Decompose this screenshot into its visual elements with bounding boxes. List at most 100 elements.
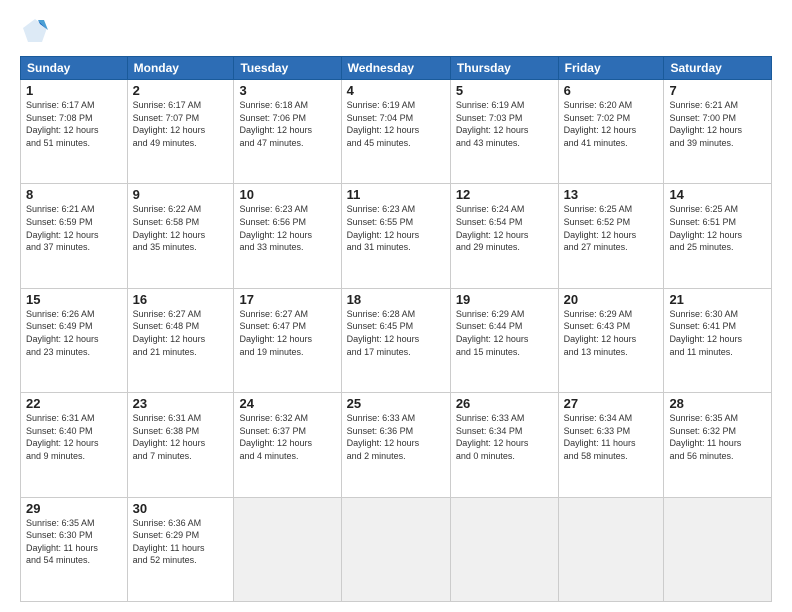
day-info: Sunrise: 6:23 AM Sunset: 6:55 PM Dayligh… xyxy=(347,203,445,253)
day-number: 24 xyxy=(239,396,335,411)
day-cell: 26Sunrise: 6:33 AM Sunset: 6:34 PM Dayli… xyxy=(450,393,558,497)
day-number: 8 xyxy=(26,187,122,202)
day-info: Sunrise: 6:31 AM Sunset: 6:40 PM Dayligh… xyxy=(26,412,122,462)
day-number: 15 xyxy=(26,292,122,307)
day-cell: 9Sunrise: 6:22 AM Sunset: 6:58 PM Daylig… xyxy=(127,184,234,288)
day-info: Sunrise: 6:20 AM Sunset: 7:02 PM Dayligh… xyxy=(564,99,659,149)
day-cell xyxy=(664,497,772,601)
day-number: 6 xyxy=(564,83,659,98)
day-cell: 24Sunrise: 6:32 AM Sunset: 6:37 PM Dayli… xyxy=(234,393,341,497)
day-number: 23 xyxy=(133,396,229,411)
header-wednesday: Wednesday xyxy=(341,57,450,80)
day-info: Sunrise: 6:17 AM Sunset: 7:08 PM Dayligh… xyxy=(26,99,122,149)
day-info: Sunrise: 6:27 AM Sunset: 6:48 PM Dayligh… xyxy=(133,308,229,358)
day-cell xyxy=(234,497,341,601)
day-number: 25 xyxy=(347,396,445,411)
header-tuesday: Tuesday xyxy=(234,57,341,80)
week-row-1: 1Sunrise: 6:17 AM Sunset: 7:08 PM Daylig… xyxy=(21,80,772,184)
day-number: 30 xyxy=(133,501,229,516)
day-info: Sunrise: 6:29 AM Sunset: 6:43 PM Dayligh… xyxy=(564,308,659,358)
day-cell: 14Sunrise: 6:25 AM Sunset: 6:51 PM Dayli… xyxy=(664,184,772,288)
day-cell: 2Sunrise: 6:17 AM Sunset: 7:07 PM Daylig… xyxy=(127,80,234,184)
day-info: Sunrise: 6:21 AM Sunset: 6:59 PM Dayligh… xyxy=(26,203,122,253)
day-number: 2 xyxy=(133,83,229,98)
day-cell xyxy=(558,497,664,601)
day-cell: 17Sunrise: 6:27 AM Sunset: 6:47 PM Dayli… xyxy=(234,288,341,392)
day-number: 4 xyxy=(347,83,445,98)
day-number: 21 xyxy=(669,292,766,307)
day-number: 14 xyxy=(669,187,766,202)
day-cell: 1Sunrise: 6:17 AM Sunset: 7:08 PM Daylig… xyxy=(21,80,128,184)
day-cell xyxy=(341,497,450,601)
day-info: Sunrise: 6:28 AM Sunset: 6:45 PM Dayligh… xyxy=(347,308,445,358)
day-number: 20 xyxy=(564,292,659,307)
header-monday: Monday xyxy=(127,57,234,80)
week-row-5: 29Sunrise: 6:35 AM Sunset: 6:30 PM Dayli… xyxy=(21,497,772,601)
day-info: Sunrise: 6:25 AM Sunset: 6:52 PM Dayligh… xyxy=(564,203,659,253)
day-number: 10 xyxy=(239,187,335,202)
day-cell: 30Sunrise: 6:36 AM Sunset: 6:29 PM Dayli… xyxy=(127,497,234,601)
day-number: 26 xyxy=(456,396,553,411)
header-saturday: Saturday xyxy=(664,57,772,80)
page: SundayMondayTuesdayWednesdayThursdayFrid… xyxy=(0,0,792,612)
day-cell: 7Sunrise: 6:21 AM Sunset: 7:00 PM Daylig… xyxy=(664,80,772,184)
day-info: Sunrise: 6:19 AM Sunset: 7:04 PM Dayligh… xyxy=(347,99,445,149)
day-number: 19 xyxy=(456,292,553,307)
day-cell: 13Sunrise: 6:25 AM Sunset: 6:52 PM Dayli… xyxy=(558,184,664,288)
day-cell: 27Sunrise: 6:34 AM Sunset: 6:33 PM Dayli… xyxy=(558,393,664,497)
day-cell: 20Sunrise: 6:29 AM Sunset: 6:43 PM Dayli… xyxy=(558,288,664,392)
day-info: Sunrise: 6:23 AM Sunset: 6:56 PM Dayligh… xyxy=(239,203,335,253)
logo xyxy=(20,16,54,46)
calendar-table: SundayMondayTuesdayWednesdayThursdayFrid… xyxy=(20,56,772,602)
day-number: 16 xyxy=(133,292,229,307)
day-cell: 29Sunrise: 6:35 AM Sunset: 6:30 PM Dayli… xyxy=(21,497,128,601)
header-thursday: Thursday xyxy=(450,57,558,80)
day-cell: 25Sunrise: 6:33 AM Sunset: 6:36 PM Dayli… xyxy=(341,393,450,497)
day-cell: 5Sunrise: 6:19 AM Sunset: 7:03 PM Daylig… xyxy=(450,80,558,184)
day-number: 28 xyxy=(669,396,766,411)
day-info: Sunrise: 6:34 AM Sunset: 6:33 PM Dayligh… xyxy=(564,412,659,462)
day-info: Sunrise: 6:21 AM Sunset: 7:00 PM Dayligh… xyxy=(669,99,766,149)
day-info: Sunrise: 6:19 AM Sunset: 7:03 PM Dayligh… xyxy=(456,99,553,149)
day-cell: 6Sunrise: 6:20 AM Sunset: 7:02 PM Daylig… xyxy=(558,80,664,184)
day-number: 7 xyxy=(669,83,766,98)
day-info: Sunrise: 6:30 AM Sunset: 6:41 PM Dayligh… xyxy=(669,308,766,358)
day-number: 17 xyxy=(239,292,335,307)
day-number: 5 xyxy=(456,83,553,98)
day-cell: 12Sunrise: 6:24 AM Sunset: 6:54 PM Dayli… xyxy=(450,184,558,288)
day-number: 29 xyxy=(26,501,122,516)
day-number: 9 xyxy=(133,187,229,202)
day-info: Sunrise: 6:35 AM Sunset: 6:30 PM Dayligh… xyxy=(26,517,122,567)
day-cell: 4Sunrise: 6:19 AM Sunset: 7:04 PM Daylig… xyxy=(341,80,450,184)
week-row-3: 15Sunrise: 6:26 AM Sunset: 6:49 PM Dayli… xyxy=(21,288,772,392)
logo-icon xyxy=(20,16,50,46)
day-info: Sunrise: 6:36 AM Sunset: 6:29 PM Dayligh… xyxy=(133,517,229,567)
day-cell: 21Sunrise: 6:30 AM Sunset: 6:41 PM Dayli… xyxy=(664,288,772,392)
day-cell: 28Sunrise: 6:35 AM Sunset: 6:32 PM Dayli… xyxy=(664,393,772,497)
day-info: Sunrise: 6:22 AM Sunset: 6:58 PM Dayligh… xyxy=(133,203,229,253)
day-info: Sunrise: 6:18 AM Sunset: 7:06 PM Dayligh… xyxy=(239,99,335,149)
day-number: 11 xyxy=(347,187,445,202)
day-info: Sunrise: 6:27 AM Sunset: 6:47 PM Dayligh… xyxy=(239,308,335,358)
header-friday: Friday xyxy=(558,57,664,80)
day-info: Sunrise: 6:29 AM Sunset: 6:44 PM Dayligh… xyxy=(456,308,553,358)
day-cell: 19Sunrise: 6:29 AM Sunset: 6:44 PM Dayli… xyxy=(450,288,558,392)
week-row-4: 22Sunrise: 6:31 AM Sunset: 6:40 PM Dayli… xyxy=(21,393,772,497)
day-info: Sunrise: 6:33 AM Sunset: 6:36 PM Dayligh… xyxy=(347,412,445,462)
day-number: 22 xyxy=(26,396,122,411)
day-cell: 16Sunrise: 6:27 AM Sunset: 6:48 PM Dayli… xyxy=(127,288,234,392)
day-info: Sunrise: 6:35 AM Sunset: 6:32 PM Dayligh… xyxy=(669,412,766,462)
day-number: 12 xyxy=(456,187,553,202)
day-cell: 18Sunrise: 6:28 AM Sunset: 6:45 PM Dayli… xyxy=(341,288,450,392)
day-cell: 23Sunrise: 6:31 AM Sunset: 6:38 PM Dayli… xyxy=(127,393,234,497)
day-cell: 22Sunrise: 6:31 AM Sunset: 6:40 PM Dayli… xyxy=(21,393,128,497)
day-cell xyxy=(450,497,558,601)
day-cell: 3Sunrise: 6:18 AM Sunset: 7:06 PM Daylig… xyxy=(234,80,341,184)
day-info: Sunrise: 6:25 AM Sunset: 6:51 PM Dayligh… xyxy=(669,203,766,253)
day-number: 18 xyxy=(347,292,445,307)
week-row-2: 8Sunrise: 6:21 AM Sunset: 6:59 PM Daylig… xyxy=(21,184,772,288)
day-info: Sunrise: 6:26 AM Sunset: 6:49 PM Dayligh… xyxy=(26,308,122,358)
day-info: Sunrise: 6:17 AM Sunset: 7:07 PM Dayligh… xyxy=(133,99,229,149)
day-number: 1 xyxy=(26,83,122,98)
day-number: 13 xyxy=(564,187,659,202)
